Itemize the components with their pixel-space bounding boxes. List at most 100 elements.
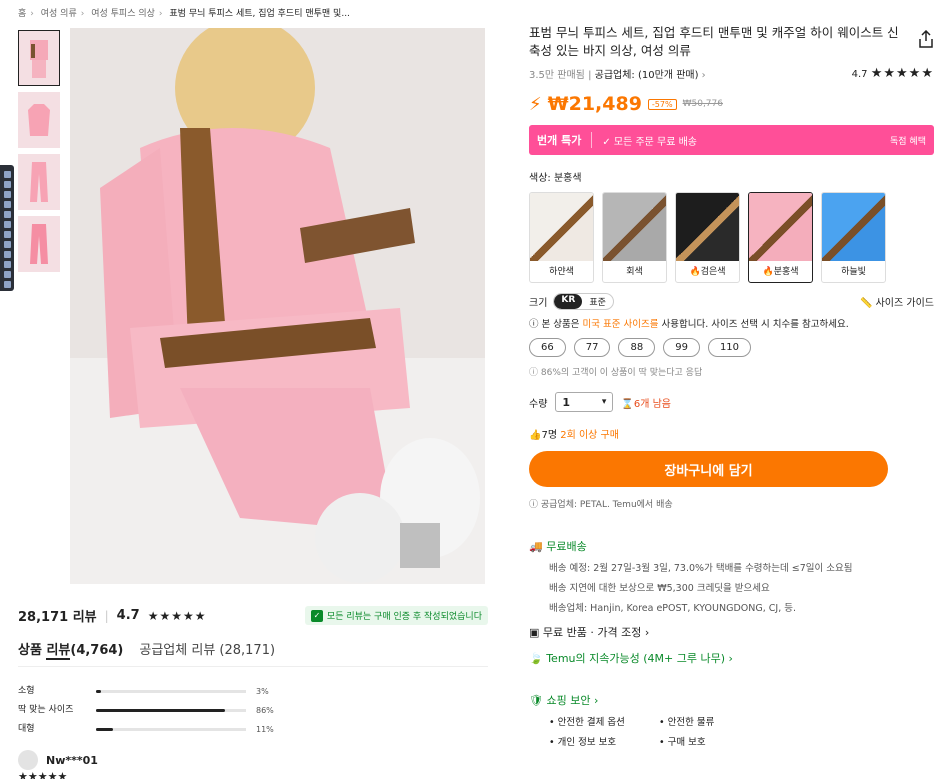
quantity-label: 수량 — [529, 398, 548, 410]
swatch-white[interactable]: 하얀색 — [529, 192, 594, 283]
size-guide-link[interactable]: 📏 사이즈 가이드 — [860, 294, 934, 309]
tab-supplier-reviews[interactable]: 공급업체 리뷰 (28,171) — [139, 639, 275, 658]
safety-item: • 구매 보호 — [659, 737, 706, 748]
swatch-black[interactable]: 🔥검은색 — [675, 192, 740, 283]
return-box-icon: ▣ — [529, 626, 540, 639]
price-row: ⚡ ₩21,489 -57% ₩50,776 — [529, 93, 934, 115]
verified-text: 모든 리뷰는 구매 인증 후 작성되었습니다 — [326, 612, 482, 622]
lightning-icon: ⚡ — [529, 93, 542, 115]
swatch-pink[interactable]: 🔥분홍색 — [748, 192, 813, 283]
fire-icon: 🔥 — [762, 267, 774, 277]
shield-icon: 🛡 — [529, 694, 543, 707]
reviewer: Nw***01 — [18, 750, 98, 770]
size-toggle-kr[interactable]: KR — [554, 294, 583, 309]
review-count: 28,171 리뷰 — [18, 610, 97, 625]
thumbnail-list — [18, 30, 60, 278]
fit-label: 딱 맞는 사이즈 — [18, 705, 74, 715]
add-to-cart-button[interactable]: 장바구니에 담기 — [529, 451, 888, 487]
swatch-gray[interactable]: 회색 — [602, 192, 667, 283]
swatch-label: 하늘빛 — [841, 267, 866, 277]
delivery-estimate: 배송 예정: 2월 27일-3월 3일, 73.0%가 택배를 수령하는데 ≤7… — [549, 563, 853, 574]
sustainability-row[interactable]: 🍃 Temu의 지속가능성 (4M+ 그루 나무) › — [529, 650, 934, 666]
delay-compensation: 배송 지연에 대한 보상으로 ₩5,300 크레딧을 받으세요 — [549, 583, 770, 594]
product-rating: 4.7 — [851, 69, 868, 80]
safety-items: • 안전한 결제 옵션 • 안전한 물류 • 개인 정보 보호 • 구매 보호 — [529, 714, 934, 748]
safety-item: • 개인 정보 보호 — [549, 737, 617, 748]
fit-label: 대형 — [18, 724, 35, 734]
free-shipping-label: ✓ 모든 주문 무료 배송 — [602, 136, 698, 148]
size-options: 66 77 88 99 110 — [529, 338, 934, 357]
size-standard-toggle[interactable]: KR 표준 — [553, 293, 614, 310]
product-meta: 3.5만 판매됨 | 공급업체: (10만개 판매) › 4.7 ★★★★★ — [529, 66, 934, 81]
size-option-66[interactable]: 66 — [529, 338, 566, 357]
size-label: 크기 — [529, 298, 548, 309]
promo-banner[interactable]: 번개 특가 ✓ 모든 주문 무료 배송 독점 혜택 — [529, 125, 934, 155]
shield-check-icon: ✓ — [310, 609, 323, 622]
fit-row-true: 딱 맞는 사이즈 86% — [18, 699, 288, 721]
shopping-safety: 🛡 쇼핑 보안 › • 안전한 결제 옵션 • 안전한 물류 • 개인 정보 보… — [529, 692, 934, 748]
shipping-title[interactable]: 🚚 무료배송 — [529, 538, 934, 554]
quantity-select[interactable]: 1 ▾ — [555, 392, 614, 412]
discount-badge: -57% — [647, 98, 677, 110]
review-stars: ★★★★★ — [147, 608, 207, 623]
product-info-panel: 표범 무늬 투피스 세트, 집업 후드티 맨투맨 및 캐주얼 하이 웨이스트 신… — [529, 24, 934, 748]
stock-remaining: ⌛6개 남음 — [621, 398, 672, 410]
fit-label: 소형 — [18, 686, 35, 696]
swatch-label: 하얀색 — [549, 267, 574, 277]
swatch-sky-blue[interactable]: 하늘빛 — [821, 192, 886, 283]
ruler-icon: 📏 — [859, 298, 873, 309]
thumbs-up-icon: 👍 — [529, 430, 542, 441]
desktop-icon-strip — [0, 165, 14, 291]
breadcrumb-home[interactable]: 홈 — [18, 9, 26, 19]
returns-row[interactable]: ▣ 무료 반품 · 가격 조정 › — [529, 624, 934, 640]
repeat-buyers: 👍7명 2회 이상 구매 — [529, 430, 619, 441]
review-tabs: 상품 리뷰(4,764) 공급업체 리뷰 (28,171) — [18, 639, 488, 667]
avatar — [18, 750, 38, 770]
color-label: 색상: 분홍색 — [529, 173, 582, 184]
swatch-label: 회색 — [626, 267, 643, 277]
fit-note: ⓘ 86%의 고객이 이 상품이 딱 맞는다고 응답 — [529, 368, 703, 378]
fit-percent: 3% — [256, 686, 269, 696]
safety-item: • 안전한 물류 — [659, 717, 715, 728]
chevron-down-icon: ▾ — [601, 397, 607, 407]
fire-icon: 🔥 — [689, 267, 701, 277]
divider: | — [104, 608, 109, 623]
size-option-99[interactable]: 99 — [663, 338, 700, 357]
main-product-image — [70, 28, 485, 584]
supplier-sales[interactable]: (10만개 판매) — [638, 70, 699, 81]
supplier-label: 공급업체: — [594, 70, 635, 81]
fit-bar-fill — [96, 708, 225, 712]
fit-bar — [96, 727, 246, 731]
thumbnail-3[interactable] — [18, 154, 60, 210]
size-option-77[interactable]: 77 — [573, 338, 611, 357]
share-icon[interactable] — [918, 30, 934, 48]
tab-product-reviews[interactable]: 상품 리뷰(4,764) — [18, 639, 123, 660]
breadcrumb: 홈 › 여성 의류 › 여성 투피스 의상 › 표범 무늬 투피스 세트, 집업 후드… — [18, 9, 350, 19]
shipping-section: 🚚 무료배송 배송 예정: 2월 27일-3월 3일, 73.0%가 택배를 수… — [529, 538, 934, 614]
fit-distribution: 소형 3% 딱 맞는 사이즈 86% 대형 11% — [18, 683, 288, 737]
price: ₩21,489 — [547, 93, 642, 115]
original-price: ₩50,776 — [682, 99, 723, 109]
fit-bar — [96, 708, 246, 712]
breadcrumb-womens-clothing[interactable]: 여성 의류 — [41, 9, 77, 19]
fit-bar-fill — [96, 727, 113, 731]
reviewer-stars: ★★★★★ — [18, 770, 68, 779]
exclusive-benefit-label: 독점 혜택 — [890, 136, 926, 147]
review-rating: 4.7 — [116, 608, 140, 623]
product-title: 표범 무늬 투피스 세트, 집업 후드티 맨투맨 및 캐주얼 하이 웨이스트 신… — [529, 25, 899, 58]
size-option-88[interactable]: 88 — [618, 338, 656, 357]
thumbnail-4[interactable] — [18, 216, 60, 272]
size-option-110[interactable]: 110 — [707, 338, 752, 357]
breadcrumb-two-piece[interactable]: 여성 투피스 의상 — [91, 9, 155, 19]
thumbnail-2[interactable] — [18, 92, 60, 148]
fit-percent: 86% — [256, 705, 274, 715]
truck-icon: 🚚 — [529, 540, 543, 553]
fit-row-small: 소형 3% — [18, 683, 288, 699]
product-stars[interactable]: ★★★★★ — [871, 66, 934, 81]
color-swatches: 하얀색 회색 🔥검은색 🔥분홍색 하늘빛 — [529, 192, 934, 283]
shopping-safety-title[interactable]: 🛡 쇼핑 보안 › — [529, 692, 934, 708]
verified-badge: ✓ 모든 리뷰는 구매 인증 후 작성되었습니다 — [304, 606, 488, 625]
carriers: 배송업체: Hanjin, Korea ePOST, KYOUNGDONG, C… — [549, 603, 796, 614]
thumbnail-1[interactable] — [18, 30, 60, 86]
size-toggle-standard[interactable]: 표준 — [582, 294, 613, 309]
